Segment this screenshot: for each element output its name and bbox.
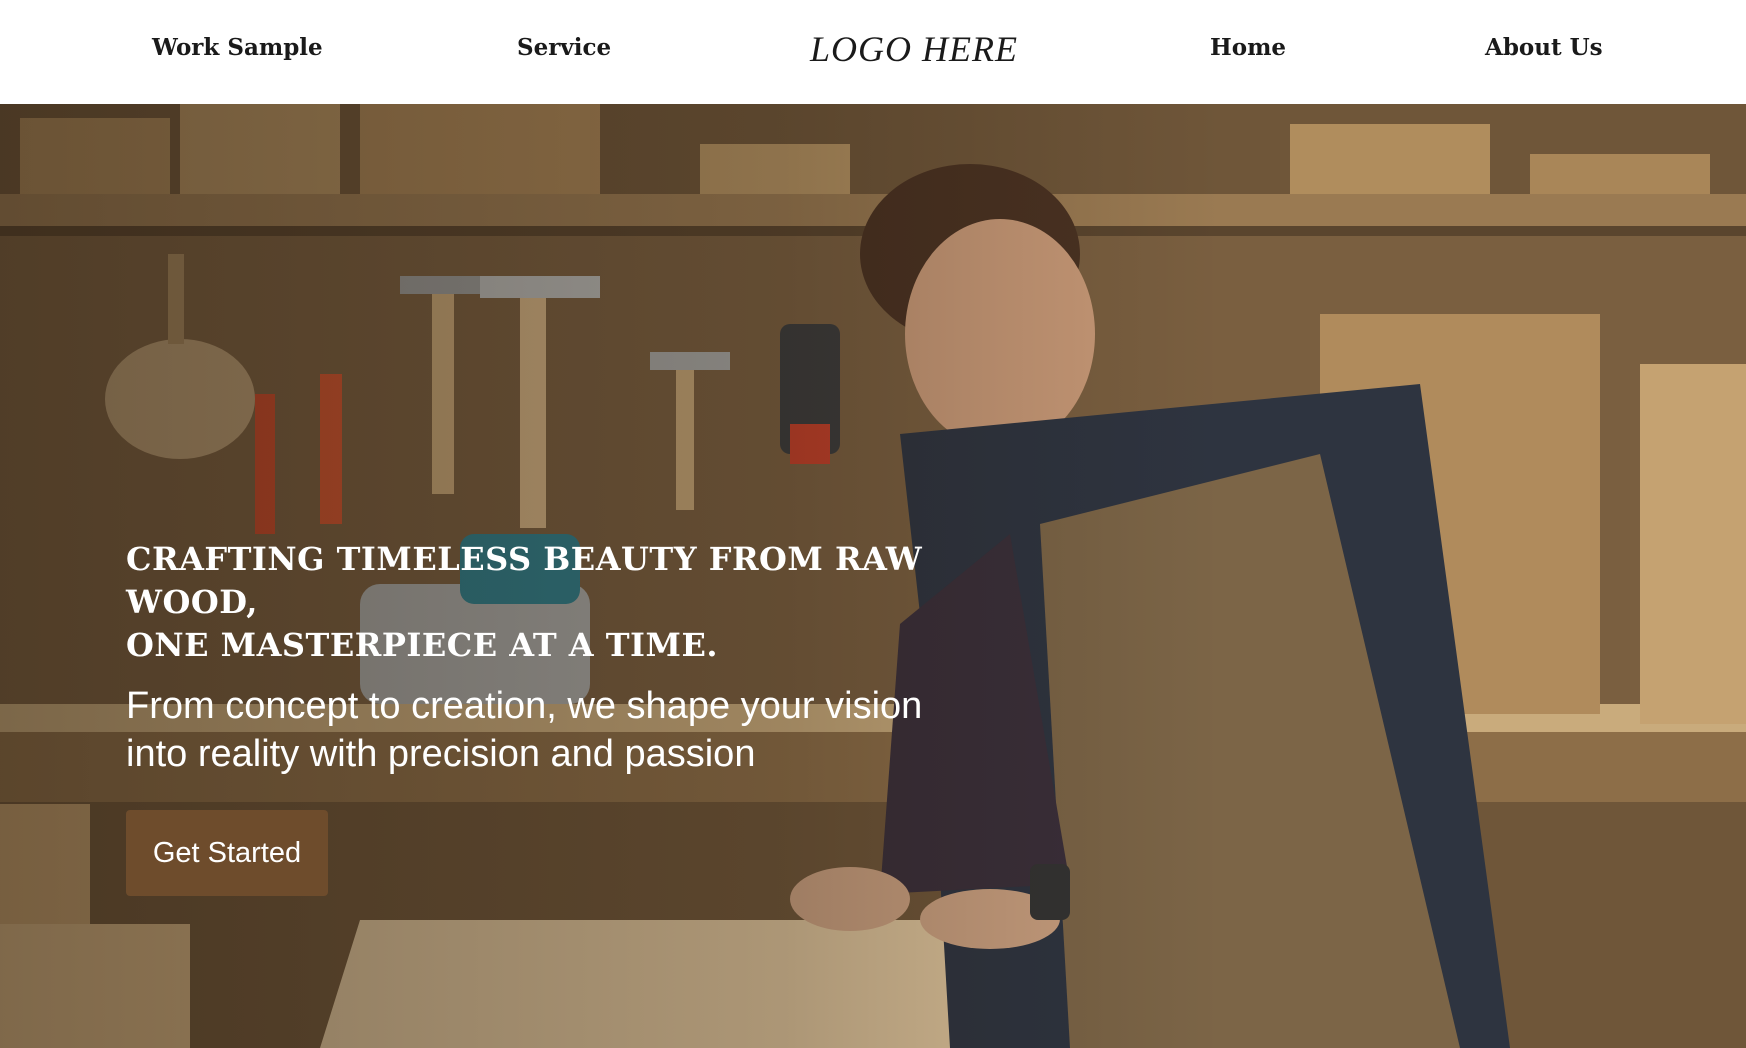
nav-link-work-sample[interactable]: Work Sample — [152, 34, 323, 61]
site-logo[interactable]: LOGO HERE — [810, 28, 1018, 70]
hero-section: CRAFTING TIMELESS BEAUTY FROM RAW WOOD, … — [0, 104, 1746, 1048]
hero-subtext: From concept to creation, we shape your … — [126, 682, 1026, 778]
top-navigation: Work Sample Service LOGO HERE Home About… — [0, 0, 1746, 104]
hero-headline-line: CRAFTING TIMELESS BEAUTY FROM RAW WOOD, — [126, 540, 923, 621]
nav-link-service[interactable]: Service — [517, 34, 611, 61]
hero-subtext-line: From concept to creation, we shape your … — [126, 685, 923, 727]
hero-headline-line: ONE MASTERPIECE AT A TIME. — [126, 626, 718, 664]
get-started-button[interactable]: Get Started — [126, 810, 328, 896]
nav-link-home[interactable]: Home — [1210, 34, 1286, 61]
hero-headline: CRAFTING TIMELESS BEAUTY FROM RAW WOOD, … — [126, 538, 1026, 667]
nav-link-about-us[interactable]: About Us — [1485, 34, 1603, 61]
hero-subtext-line: into reality with precision and passion — [126, 733, 756, 775]
